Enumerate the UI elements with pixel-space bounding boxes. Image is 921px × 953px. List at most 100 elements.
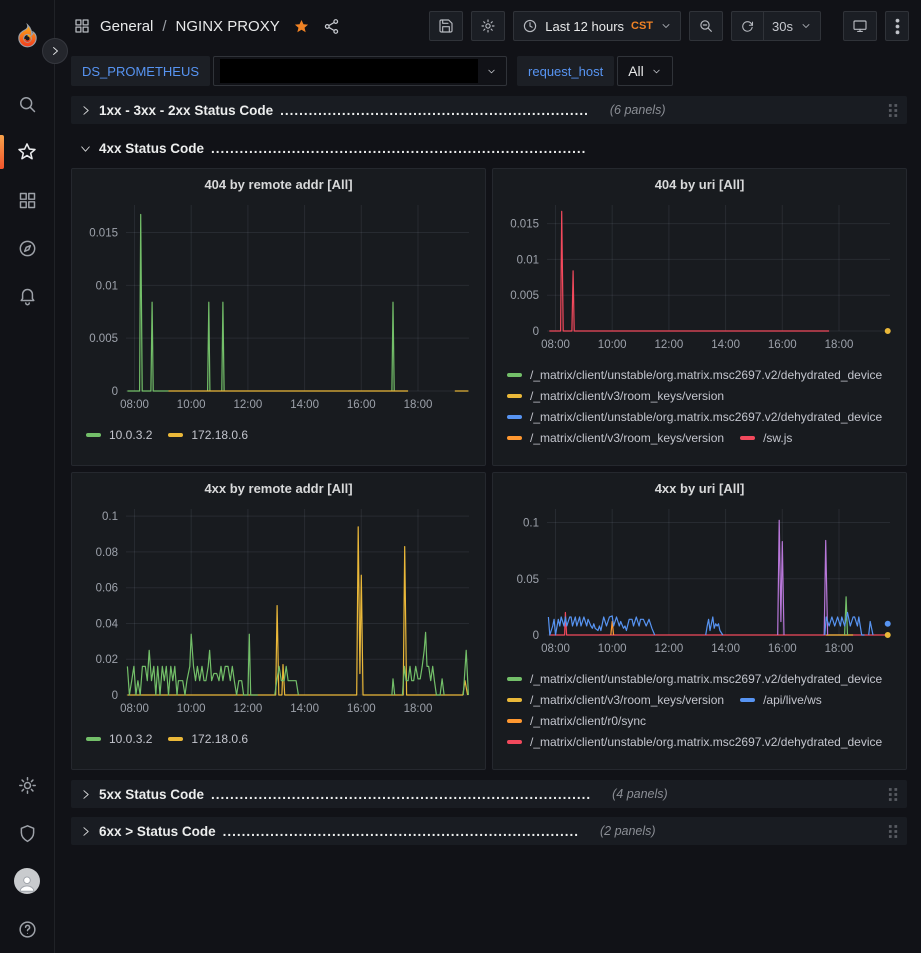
legend-item[interactable]: /api/live/ws bbox=[740, 693, 822, 707]
row-header-1xx-3xx-2xx[interactable]: 1xx - 3xx - 2xx Status Code ............… bbox=[71, 96, 907, 124]
svg-text:0.005: 0.005 bbox=[89, 333, 118, 345]
legend-item[interactable]: /_matrix/client/v3/room_keys/version bbox=[507, 431, 724, 445]
active-indicator-bar bbox=[0, 135, 4, 169]
row-title-leader: ........................................… bbox=[211, 787, 591, 802]
svg-text:12:00: 12:00 bbox=[234, 399, 263, 411]
legend-item[interactable]: /_matrix/client/unstable/org.matrix.msc2… bbox=[507, 368, 882, 382]
panel-legend: 10.0.3.2 172.18.0.6 bbox=[80, 726, 477, 769]
refresh-button[interactable] bbox=[731, 11, 764, 41]
sidebar-item-starred[interactable] bbox=[0, 128, 55, 176]
person-icon bbox=[16, 872, 38, 894]
panel-title[interactable]: 4xx by uri [All] bbox=[501, 473, 898, 503]
row-title-leader: ........................................… bbox=[223, 824, 579, 839]
more-options-button[interactable] bbox=[885, 11, 909, 41]
timeseries-chart[interactable]: 00.020.040.060.080.108:0010:0012:0014:00… bbox=[80, 503, 477, 726]
bell-icon bbox=[17, 286, 38, 307]
variable-label-ds: DS_PROMETHEUS bbox=[71, 56, 210, 86]
legend-item[interactable]: 10.0.3.2 bbox=[86, 428, 152, 442]
save-dashboard-button[interactable] bbox=[429, 11, 463, 41]
svg-text:10:00: 10:00 bbox=[177, 399, 206, 411]
legend-item[interactable]: /_matrix/client/v3/room_keys/version bbox=[507, 693, 724, 707]
panel-title[interactable]: 4xx by remote addr [All] bbox=[80, 473, 477, 503]
sidebar-item-configuration[interactable] bbox=[0, 761, 55, 809]
sidebar-item-help[interactable] bbox=[0, 905, 55, 953]
refresh-interval-picker[interactable]: 30s bbox=[764, 11, 821, 41]
row-header-4xx[interactable]: 4xx Status Code ........................… bbox=[71, 134, 907, 162]
variable-dropdown-ds[interactable] bbox=[213, 56, 507, 86]
dashboard-title[interactable]: NGINX PROXY bbox=[176, 18, 280, 35]
zoom-out-time-button[interactable] bbox=[689, 11, 723, 41]
legend-item[interactable]: 172.18.0.6 bbox=[168, 732, 248, 746]
svg-text:16:00: 16:00 bbox=[768, 339, 797, 351]
breadcrumb-folder[interactable]: General bbox=[100, 18, 153, 35]
svg-text:0.005: 0.005 bbox=[510, 290, 539, 302]
svg-text:08:00: 08:00 bbox=[120, 399, 149, 411]
variable-label-request-host: request_host bbox=[517, 56, 614, 86]
panel-title[interactable]: 404 by uri [All] bbox=[501, 169, 898, 199]
legend-label: /_matrix/client/v3/room_keys/version bbox=[530, 693, 724, 707]
main-area: General / NGINX PROXY bbox=[55, 0, 921, 953]
svg-text:16:00: 16:00 bbox=[347, 703, 376, 715]
legend-item[interactable]: /_matrix/client/unstable/org.matrix.msc2… bbox=[507, 672, 882, 686]
legend-item[interactable]: /sw.js bbox=[740, 431, 792, 445]
sidebar-item-admin[interactable] bbox=[0, 809, 55, 857]
share-button[interactable] bbox=[323, 18, 340, 35]
svg-text:16:00: 16:00 bbox=[768, 643, 797, 655]
legend-label: /sw.js bbox=[763, 431, 792, 445]
sidebar-item-search[interactable] bbox=[0, 80, 55, 128]
sidebar-item-alerting[interactable] bbox=[0, 272, 55, 320]
gear-icon bbox=[17, 775, 38, 796]
svg-text:08:00: 08:00 bbox=[541, 339, 570, 351]
sidebar-item-dashboards[interactable] bbox=[0, 176, 55, 224]
sidebar-item-profile[interactable] bbox=[0, 857, 55, 905]
redacted-value bbox=[220, 59, 478, 83]
legend-label: /_matrix/client/unstable/org.matrix.msc2… bbox=[530, 410, 882, 424]
timeseries-chart[interactable]: 00.0050.010.01508:0010:0012:0014:0016:00… bbox=[501, 199, 898, 362]
legend-item[interactable]: 10.0.3.2 bbox=[86, 732, 152, 746]
breadcrumb: General / NGINX PROXY bbox=[73, 17, 340, 35]
timeseries-chart[interactable]: 00.050.108:0010:0012:0014:0016:0018:00 bbox=[501, 503, 898, 666]
legend-item[interactable]: /_matrix/client/v3/room_keys/version bbox=[507, 389, 724, 403]
clock-icon bbox=[522, 18, 538, 34]
svg-text:0.01: 0.01 bbox=[517, 254, 539, 266]
legend-item[interactable]: /_matrix/client/unstable/org.matrix.msc2… bbox=[507, 410, 882, 424]
sidebar-expand-button[interactable] bbox=[42, 38, 68, 64]
kebab-icon bbox=[895, 18, 900, 35]
legend-item[interactable]: /_matrix/client/unstable/org.matrix.msc2… bbox=[507, 735, 882, 749]
chevron-right-icon bbox=[49, 45, 61, 57]
kiosk-mode-button[interactable] bbox=[843, 11, 877, 41]
timeseries-chart[interactable]: 00.0050.010.01508:0010:0012:0014:0016:00… bbox=[80, 199, 477, 422]
compass-icon bbox=[17, 238, 38, 259]
legend-color-swatch bbox=[507, 677, 522, 681]
variable-dropdown-request-host[interactable]: All bbox=[617, 56, 673, 86]
svg-text:0.015: 0.015 bbox=[510, 219, 539, 231]
row-drag-handle[interactable] bbox=[888, 103, 899, 118]
panel-legend: /_matrix/client/unstable/org.matrix.msc2… bbox=[501, 666, 898, 769]
shield-icon bbox=[17, 823, 38, 844]
sidebar-item-explore[interactable] bbox=[0, 224, 55, 272]
time-range-picker[interactable]: Last 12 hours CST bbox=[513, 11, 681, 41]
star-filled-icon bbox=[293, 18, 310, 35]
row-panel-count: (6 panels) bbox=[610, 103, 666, 117]
svg-text:0.01: 0.01 bbox=[96, 280, 118, 292]
svg-text:0.02: 0.02 bbox=[96, 654, 118, 666]
svg-text:0.06: 0.06 bbox=[96, 583, 118, 595]
row-header-6xx[interactable]: 6xx > Status Code ......................… bbox=[71, 817, 907, 845]
row-drag-handle[interactable] bbox=[888, 787, 899, 802]
legend-color-swatch bbox=[168, 433, 183, 437]
favorite-star-button[interactable] bbox=[293, 18, 310, 35]
legend-color-swatch bbox=[507, 415, 522, 419]
legend-item[interactable]: 172.18.0.6 bbox=[168, 428, 248, 442]
avatar bbox=[14, 868, 40, 894]
svg-text:10:00: 10:00 bbox=[598, 643, 627, 655]
svg-text:0.08: 0.08 bbox=[96, 547, 118, 559]
row-header-5xx[interactable]: 5xx Status Code ........................… bbox=[71, 780, 907, 808]
panel-title[interactable]: 404 by remote addr [All] bbox=[80, 169, 477, 199]
refresh-group: 30s bbox=[731, 11, 821, 41]
svg-text:0: 0 bbox=[112, 690, 118, 702]
variable-ds-prometheus: DS_PROMETHEUS bbox=[71, 56, 507, 86]
row-title-leader: ........................................… bbox=[211, 141, 586, 156]
row-drag-handle[interactable] bbox=[888, 824, 899, 839]
legend-item[interactable]: /_matrix/client/r0/sync bbox=[507, 714, 646, 728]
dashboard-settings-button[interactable] bbox=[471, 11, 505, 41]
